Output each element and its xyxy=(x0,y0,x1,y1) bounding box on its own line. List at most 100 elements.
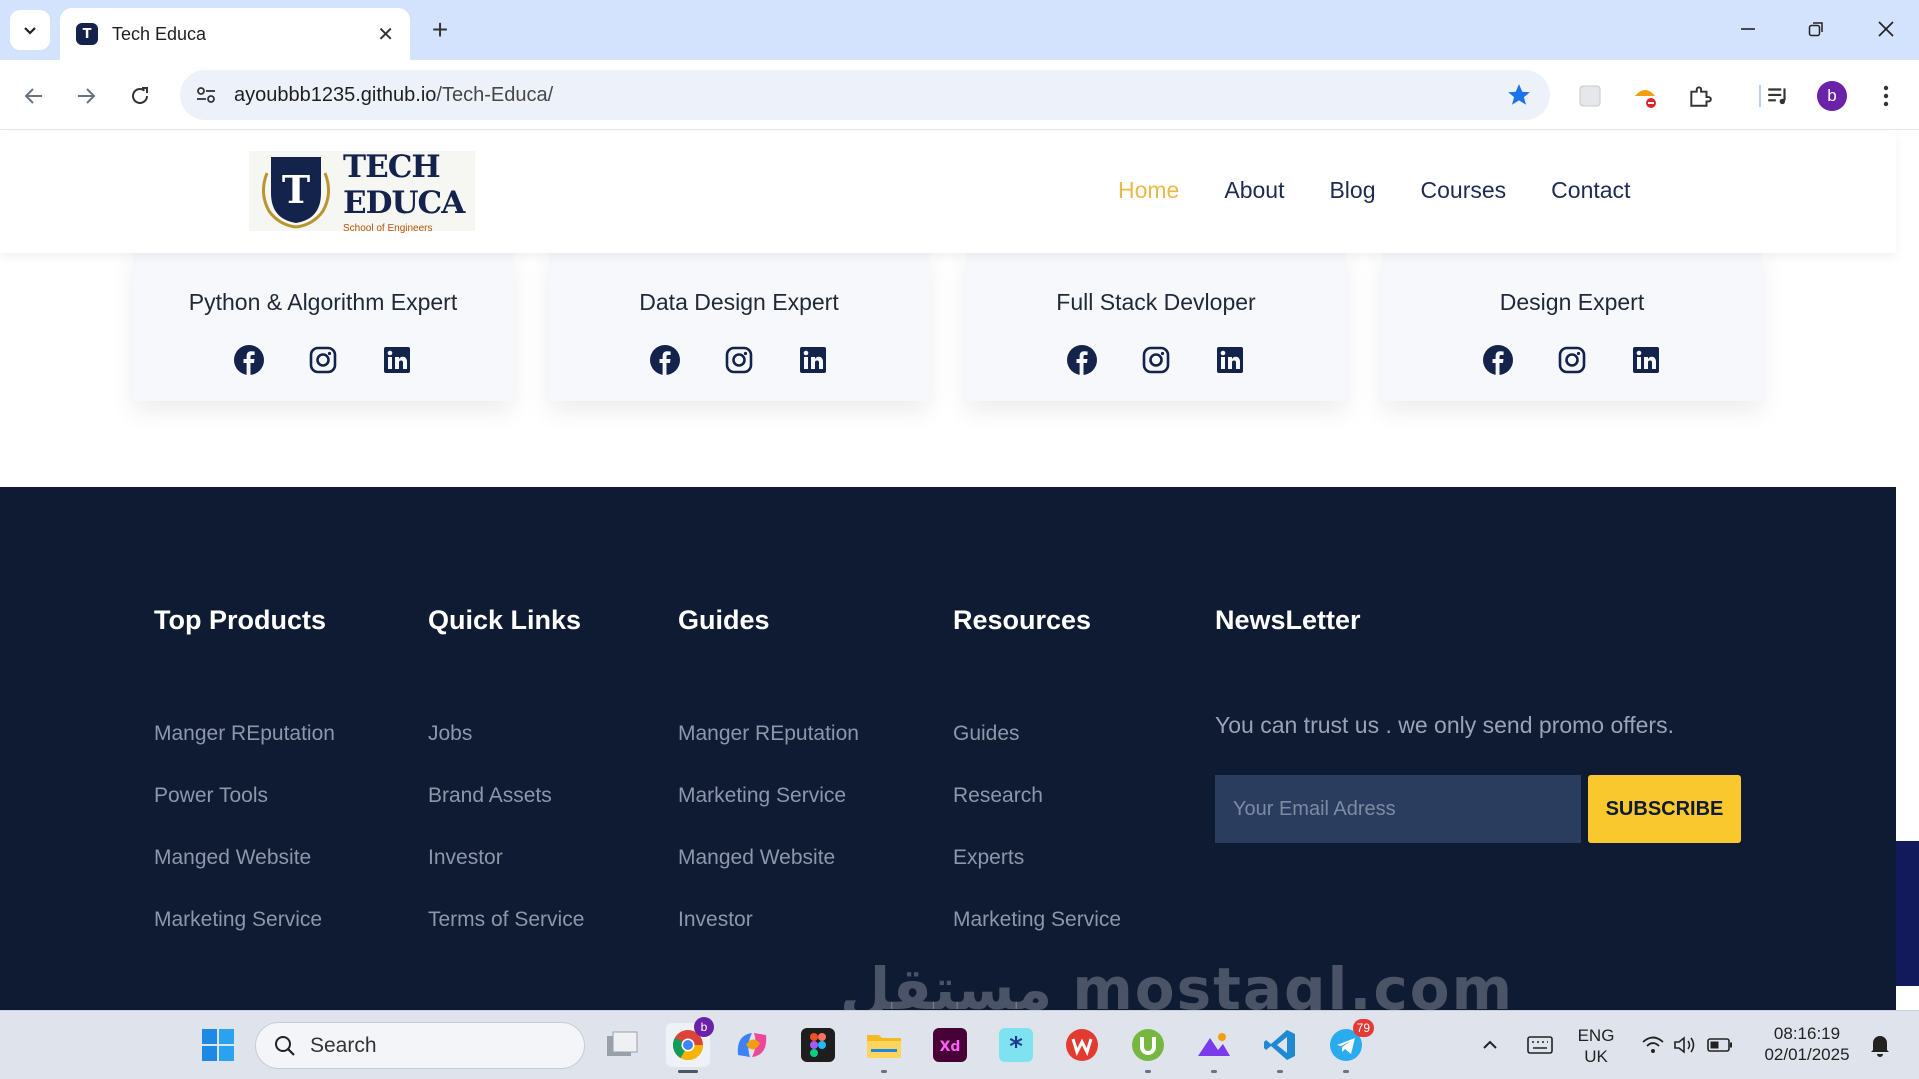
site-logo[interactable]: T TECH EDUCA School of Engineers xyxy=(249,149,475,234)
tab-search-button[interactable] xyxy=(10,10,50,50)
facebook-icon[interactable] xyxy=(1067,345,1097,375)
url-text[interactable]: ayoubbb1235.github.io/Tech-Educa/ xyxy=(234,84,553,107)
telegram-taskbar-app[interactable]: 79 xyxy=(1324,1019,1374,1073)
tray-overflow-button[interactable] xyxy=(1468,1023,1512,1067)
copilot-icon xyxy=(737,1033,767,1057)
language-indicator[interactable]: ENG UK xyxy=(1568,1025,1624,1068)
wps-office-taskbar-app[interactable] xyxy=(1060,1023,1104,1067)
forward-button[interactable] xyxy=(66,76,106,116)
footer-link[interactable]: Manger REputation xyxy=(154,722,335,784)
social-links xyxy=(549,345,929,375)
newsletter-text: You can trust us . we only send promo of… xyxy=(1215,712,1674,738)
browser-tab-active[interactable]: T Tech Educa ✕ xyxy=(60,8,410,60)
close-icon[interactable]: ✕ xyxy=(377,22,394,47)
footer-link[interactable]: Manger REputation xyxy=(678,722,859,784)
media-control-button[interactable] xyxy=(1758,76,1798,116)
instagram-icon[interactable] xyxy=(1141,345,1171,375)
browser-menu-button[interactable] xyxy=(1866,76,1906,116)
extension-icon xyxy=(1579,85,1601,107)
linkedin-icon[interactable] xyxy=(798,345,828,375)
footer-link[interactable]: Brand Assets xyxy=(428,784,584,846)
nav-contact[interactable]: Contact xyxy=(1551,177,1630,204)
footer-link[interactable]: Investor xyxy=(428,846,584,908)
copilot-taskbar-app[interactable] xyxy=(730,1023,774,1067)
facebook-icon[interactable] xyxy=(1483,345,1513,375)
footer-link[interactable]: Research xyxy=(953,784,1121,846)
footer-link[interactable]: Investor xyxy=(678,908,859,970)
linkedin-icon[interactable] xyxy=(1215,345,1245,375)
snipping-taskbar-app[interactable]: * xyxy=(994,1023,1038,1067)
extension-translate-button[interactable] xyxy=(1570,76,1610,116)
taskbar: Search b Xd * 79 ENG UK 08:16:19 02/01/2… xyxy=(0,1010,1919,1079)
figma-taskbar-app[interactable] xyxy=(796,1023,840,1067)
linkedin-icon[interactable] xyxy=(1631,345,1661,375)
footer-link[interactable]: Manged Website xyxy=(154,846,335,908)
quick-settings-button[interactable] xyxy=(1632,1023,1742,1067)
utorrent-taskbar-app[interactable] xyxy=(1126,1023,1170,1073)
new-tab-button[interactable]: + xyxy=(424,14,456,46)
footer-link[interactable]: Guides xyxy=(953,722,1121,784)
linkedin-icon[interactable] xyxy=(382,345,412,375)
clock-date: 02/01/2025 xyxy=(1764,1045,1850,1065)
battery-icon xyxy=(1707,1038,1732,1052)
photos-icon xyxy=(1198,1033,1230,1056)
instagram-icon[interactable] xyxy=(1557,345,1587,375)
restore-button[interactable] xyxy=(1796,12,1836,46)
notifications-button[interactable] xyxy=(1858,1023,1902,1067)
bookmark-star-icon[interactable] xyxy=(1506,82,1532,108)
photos-taskbar-app[interactable] xyxy=(1192,1023,1236,1073)
close-window-button[interactable] xyxy=(1866,12,1906,46)
utorrent-icon xyxy=(1132,1029,1164,1061)
team-card: Data Design Expert xyxy=(549,253,929,401)
minimize-button[interactable] xyxy=(1728,12,1768,46)
chevron-down-icon xyxy=(24,27,36,35)
logo-emblem-icon: T xyxy=(262,157,330,229)
footer-link[interactable]: Marketing Service xyxy=(154,908,335,970)
taskbar-search[interactable]: Search xyxy=(255,1022,585,1069)
site-info-icon[interactable] xyxy=(194,83,218,107)
clock[interactable]: 08:16:19 02/01/2025 xyxy=(1752,1023,1862,1066)
start-button[interactable] xyxy=(196,1023,240,1067)
team-card-title: Full Stack Devloper xyxy=(1056,289,1256,315)
touch-keyboard-button[interactable] xyxy=(1518,1023,1562,1067)
address-bar[interactable]: ayoubbb1235.github.io/Tech-Educa/ xyxy=(180,70,1550,120)
vscode-taskbar-app[interactable] xyxy=(1258,1023,1302,1073)
reload-icon xyxy=(132,87,148,104)
extensions-button[interactable] xyxy=(1680,76,1720,116)
keyboard-layout: UK xyxy=(1584,1047,1608,1067)
back-button[interactable] xyxy=(14,76,54,116)
task-view-button[interactable] xyxy=(600,1023,644,1067)
reload-button[interactable] xyxy=(120,76,160,116)
logo-tagline: School of Engineers xyxy=(343,222,433,234)
chrome-taskbar-app[interactable]: b xyxy=(666,1017,714,1073)
file-explorer-taskbar-app[interactable] xyxy=(862,1023,906,1073)
logo-wordmark: TECH EDUCA School of Engineers xyxy=(343,149,465,234)
footer-link[interactable]: Experts xyxy=(953,846,1121,908)
footer-link-list: Manger REputation Power Tools Manged Web… xyxy=(154,722,335,970)
email-field[interactable] xyxy=(1215,775,1581,843)
instagram-icon[interactable] xyxy=(308,345,338,375)
arrow-right-icon xyxy=(78,88,96,104)
nav-blog[interactable]: Blog xyxy=(1329,177,1375,204)
adobe-xd-taskbar-app[interactable]: Xd xyxy=(928,1023,972,1067)
profile-button[interactable]: b xyxy=(1812,76,1852,116)
running-indicator xyxy=(1277,1070,1283,1073)
social-links xyxy=(966,345,1346,375)
svg-text:*: * xyxy=(1009,1032,1023,1062)
subscribe-button[interactable]: SUBSCRIBE xyxy=(1588,775,1741,843)
facebook-icon[interactable] xyxy=(234,345,264,375)
nav-courses[interactable]: Courses xyxy=(1421,177,1507,204)
footer-link[interactable]: Terms of Service xyxy=(428,908,584,970)
volume-icon xyxy=(1674,1036,1695,1054)
footer-link[interactable]: Marketing Service xyxy=(678,784,859,846)
nav-about[interactable]: About xyxy=(1224,177,1284,204)
footer-link[interactable]: Jobs xyxy=(428,722,584,784)
footer-link[interactable]: Manged Website xyxy=(678,846,859,908)
extension-blocked-button[interactable] xyxy=(1625,76,1665,116)
facebook-icon[interactable] xyxy=(650,345,680,375)
wps-icon xyxy=(1066,1029,1098,1061)
instagram-icon[interactable] xyxy=(724,345,754,375)
more-vertical-icon xyxy=(1883,85,1889,107)
nav-home[interactable]: Home xyxy=(1118,177,1179,204)
footer-link[interactable]: Power Tools xyxy=(154,784,335,846)
